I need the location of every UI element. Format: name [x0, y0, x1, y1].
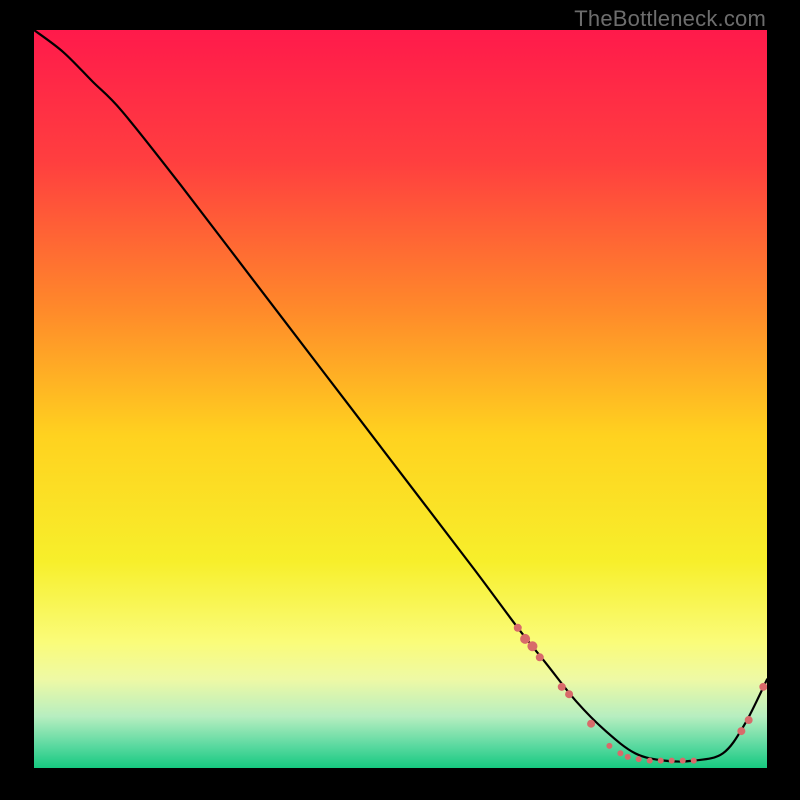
highlight-dot: [520, 634, 530, 644]
highlight-dot: [745, 716, 753, 724]
highlight-dots-group: [514, 624, 767, 764]
highlight-dot: [647, 758, 653, 764]
highlight-dot: [565, 690, 573, 698]
highlight-dot: [759, 683, 767, 691]
highlight-dot: [558, 683, 566, 691]
highlight-dot: [536, 653, 544, 661]
plot-area: [34, 30, 767, 768]
bottleneck-curve-path: [34, 30, 767, 762]
highlight-dot: [514, 624, 522, 632]
highlight-dot: [737, 727, 745, 735]
highlight-dot: [625, 754, 631, 760]
highlight-dot: [636, 756, 642, 762]
highlight-dot: [606, 743, 612, 749]
curve-layer: [34, 30, 767, 768]
highlight-dot: [669, 758, 675, 764]
chart-stage: TheBottleneck.com: [0, 0, 800, 800]
highlight-dot: [691, 758, 697, 764]
watermark-text: TheBottleneck.com: [574, 6, 766, 32]
highlight-dot: [617, 750, 623, 756]
highlight-dot: [658, 758, 664, 764]
highlight-dot: [587, 720, 595, 728]
highlight-dot: [527, 641, 537, 651]
highlight-dot: [680, 758, 686, 764]
